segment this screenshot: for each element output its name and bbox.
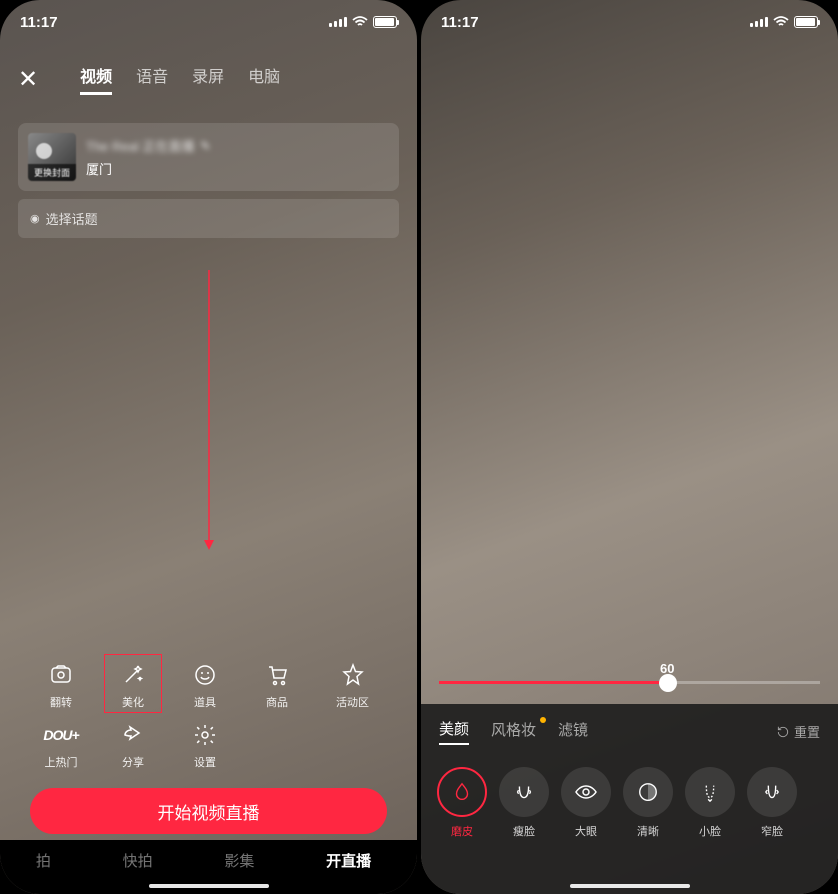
start-button-label: 开始视频直播 <box>158 799 260 824</box>
eye-icon <box>561 767 611 817</box>
tab-video[interactable]: 视频 <box>80 63 112 95</box>
topic-label: 选择话题 <box>46 209 98 228</box>
status-bar: 11:17 <box>421 0 838 44</box>
btab-beauty[interactable]: 美颜 <box>439 718 469 745</box>
opt-label: 小脸 <box>699 823 721 839</box>
opt-sharpen[interactable]: 清晰 <box>623 767 673 839</box>
tool-label: 活动区 <box>336 694 369 710</box>
face-icon <box>499 767 549 817</box>
flip-icon <box>48 662 74 688</box>
phone-right-beauty-panel: 11:17 60 美颜 风格妆 滤镜 重置 磨皮 <box>421 0 838 894</box>
beauty-panel: 美颜 风格妆 滤镜 重置 磨皮 瘦脸 大眼 清晰 <box>421 704 838 894</box>
wifi-icon <box>352 16 368 28</box>
home-indicator <box>570 884 690 888</box>
opt-label: 大眼 <box>575 823 597 839</box>
opt-label: 瘦脸 <box>513 823 535 839</box>
new-badge-dot <box>540 717 546 723</box>
contrast-icon <box>623 767 673 817</box>
clock-time: 11:17 <box>20 14 58 31</box>
btab-filter[interactable]: 滤镜 <box>558 719 588 744</box>
tab-screen[interactable]: 录屏 <box>192 63 224 95</box>
dou-plus-icon: DOU+ <box>48 722 74 748</box>
phone-left-livestream-setup: 11:17 ✕ 视频 语音 录屏 电脑 更换封面 The Real 正在直播 <box>0 0 417 894</box>
clock-time: 11:17 <box>441 14 479 31</box>
tool-goods[interactable]: 商品 <box>264 662 290 710</box>
beauty-category-tabs: 美颜 风格妆 滤镜 重置 <box>421 704 838 759</box>
opt-label: 磨皮 <box>451 823 473 839</box>
cart-icon <box>264 662 290 688</box>
btab-quick[interactable]: 快拍 <box>123 850 153 871</box>
intensity-slider[interactable]: 60 <box>439 681 820 684</box>
smile-icon <box>192 662 218 688</box>
tool-label: 分享 <box>122 754 144 770</box>
btab-shoot[interactable]: 拍 <box>36 850 51 871</box>
cover-thumbnail[interactable]: 更换封面 <box>28 133 76 181</box>
status-icons <box>750 16 818 28</box>
reset-icon <box>776 725 790 739</box>
start-livestream-button[interactable]: 开始视频直播 <box>30 788 387 834</box>
tool-share[interactable]: 分享 <box>97 722 169 770</box>
stream-type-tabs: 视频 语音 录屏 电脑 <box>80 63 280 95</box>
wifi-icon <box>773 16 789 28</box>
tool-label: 上热门 <box>45 754 78 770</box>
slider-track <box>439 681 820 684</box>
opt-big-eyes[interactable]: 大眼 <box>561 767 611 839</box>
slider-thumb[interactable] <box>659 674 677 692</box>
topic-selector[interactable]: ◉ 选择话题 <box>18 199 399 238</box>
header: ✕ 视频 语音 录屏 电脑 <box>0 55 417 103</box>
signal-icon <box>329 17 347 27</box>
opt-label: 清晰 <box>637 823 659 839</box>
stream-title-blurred: The Real 正在直播 <box>86 136 194 155</box>
home-indicator <box>149 884 269 888</box>
tool-effects[interactable]: 道具 <box>192 662 218 710</box>
btab-makeup[interactable]: 风格妆 <box>491 719 536 744</box>
battery-icon <box>794 16 818 28</box>
opt-label: 窄脸 <box>761 823 783 839</box>
status-bar: 11:17 <box>0 0 417 44</box>
annotation-highlight-box <box>104 654 162 713</box>
share-icon <box>120 722 146 748</box>
opt-smooth[interactable]: 磨皮 <box>437 767 487 839</box>
tool-dou-plus[interactable]: DOU+ 上热门 <box>25 722 97 770</box>
opt-small-face[interactable]: 小脸 <box>685 767 735 839</box>
btab-live[interactable]: 开直播 <box>326 850 371 871</box>
tool-activity[interactable]: 活动区 <box>336 662 369 710</box>
tools-row-1: 翻转 美化 道具 商品 活动区 <box>0 662 417 710</box>
tool-label: 翻转 <box>50 694 72 710</box>
tool-beautify[interactable]: 美化 <box>120 662 146 710</box>
stream-info-card[interactable]: 更换封面 The Real 正在直播 ✎ 厦门 <box>18 123 399 191</box>
tab-pc[interactable]: 电脑 <box>248 63 280 95</box>
btab-album[interactable]: 影集 <box>224 850 254 871</box>
signal-icon <box>750 17 768 27</box>
opt-narrow-face[interactable]: 窄脸 <box>747 767 797 839</box>
tool-label: 设置 <box>194 754 216 770</box>
edit-icon[interactable]: ✎ <box>200 139 210 153</box>
star-icon <box>340 662 366 688</box>
beauty-options-row: 磨皮 瘦脸 大眼 清晰 小脸 窄脸 <box>421 759 838 847</box>
reset-label: 重置 <box>794 722 820 741</box>
location-text: 厦门 <box>86 159 389 178</box>
opt-slim-face[interactable]: 瘦脸 <box>499 767 549 839</box>
cover-label: 更换封面 <box>28 164 76 181</box>
status-icons <box>329 16 397 28</box>
tool-settings[interactable]: 设置 <box>169 722 241 770</box>
tab-audio[interactable]: 语音 <box>136 63 168 95</box>
tools-row-2: DOU+ 上热门 分享 设置 <box>0 722 417 770</box>
close-icon[interactable]: ✕ <box>18 65 38 94</box>
slider-fill <box>439 681 668 684</box>
annotation-arrow <box>208 270 210 550</box>
smallface-icon <box>685 767 735 817</box>
reset-button[interactable]: 重置 <box>776 722 820 741</box>
tag-icon: ◉ <box>30 212 40 225</box>
battery-icon <box>373 16 397 28</box>
tool-label: 道具 <box>194 694 216 710</box>
tool-flip[interactable]: 翻转 <box>48 662 74 710</box>
drop-icon <box>437 767 487 817</box>
tool-label: 商品 <box>266 694 288 710</box>
settings-icon <box>192 722 218 748</box>
narrowface-icon <box>747 767 797 817</box>
